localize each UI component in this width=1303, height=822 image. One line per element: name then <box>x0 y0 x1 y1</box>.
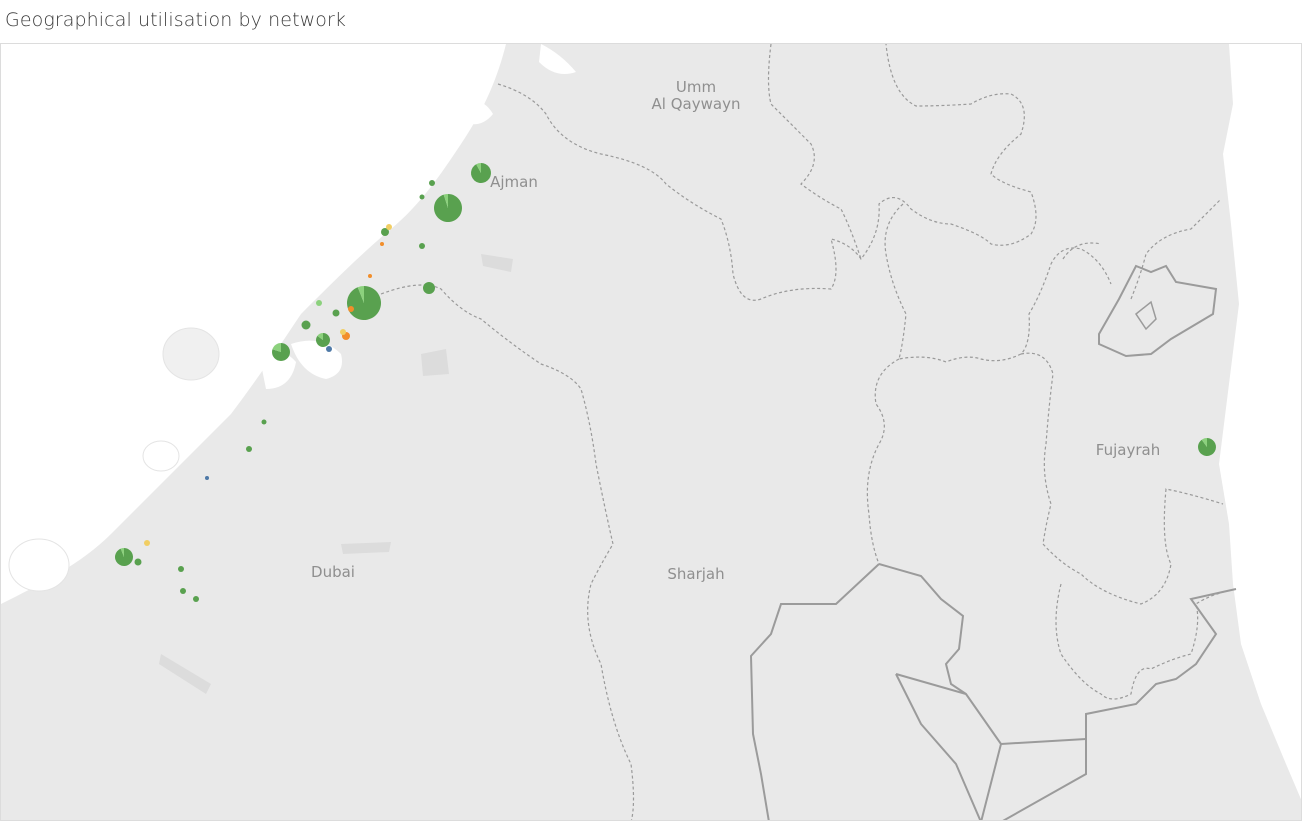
pie-mark-marina-1[interactable] <box>115 548 134 566</box>
pie-mark-deira-2[interactable] <box>271 343 290 361</box>
minor-network-mark[interactable] <box>386 224 392 230</box>
minor-network-mark[interactable] <box>368 274 372 278</box>
minor-network-mark[interactable] <box>246 446 252 452</box>
label-umm-al-qaywayn-line1: Umm <box>676 78 716 96</box>
minor-network-mark[interactable] <box>316 300 322 306</box>
pie-slice[interactable] <box>347 286 382 320</box>
minor-network-mark[interactable] <box>261 419 267 425</box>
page-title: Geographical utilisation by network <box>5 9 346 31</box>
minor-network-mark[interactable] <box>429 180 435 186</box>
label-ajman: Ajman <box>490 173 538 191</box>
minor-network-mark[interactable] <box>178 566 184 572</box>
minor-network-mark[interactable] <box>419 243 425 249</box>
label-umm-al-qaywayn-line2: Al Qaywayn <box>652 95 741 113</box>
minor-network-mark[interactable] <box>134 558 142 566</box>
minor-network-mark[interactable] <box>193 596 199 602</box>
pie-slice[interactable] <box>1198 438 1217 457</box>
pie-slice[interactable] <box>115 548 134 566</box>
minor-network-mark[interactable] <box>419 194 425 200</box>
pie-mark-sharjah-main[interactable] <box>347 286 382 320</box>
minor-network-mark[interactable] <box>205 476 209 480</box>
pie-mark-ajman-2[interactable] <box>434 194 463 222</box>
label-sharjah: Sharjah <box>667 565 724 583</box>
pie-mark-fujayrah-1[interactable] <box>1198 438 1217 457</box>
label-dubai: Dubai <box>311 563 355 581</box>
minor-network-mark[interactable] <box>144 540 150 546</box>
pie-slice[interactable] <box>434 194 463 222</box>
pie-mark-deira-1[interactable] <box>316 333 331 347</box>
pie-mark-ajman-1[interactable] <box>471 163 492 184</box>
minor-network-mark[interactable] <box>301 320 311 330</box>
map-canvas[interactable]: Umm Al Qaywayn Ajman Fujayrah Dubai Shar… <box>1 44 1302 821</box>
minor-network-mark[interactable] <box>348 306 354 312</box>
pie-slice[interactable] <box>471 163 492 184</box>
minor-network-mark[interactable] <box>423 282 435 294</box>
minor-network-mark[interactable] <box>332 309 340 317</box>
label-fujayrah: Fujayrah <box>1096 441 1160 459</box>
map-panel[interactable]: Umm Al Qaywayn Ajman Fujayrah Dubai Shar… <box>0 43 1302 821</box>
minor-network-mark[interactable] <box>340 329 346 335</box>
minor-network-mark[interactable] <box>326 346 332 352</box>
land-area <box>1 44 1301 820</box>
minor-network-mark[interactable] <box>380 242 384 246</box>
minor-network-mark[interactable] <box>180 588 186 594</box>
